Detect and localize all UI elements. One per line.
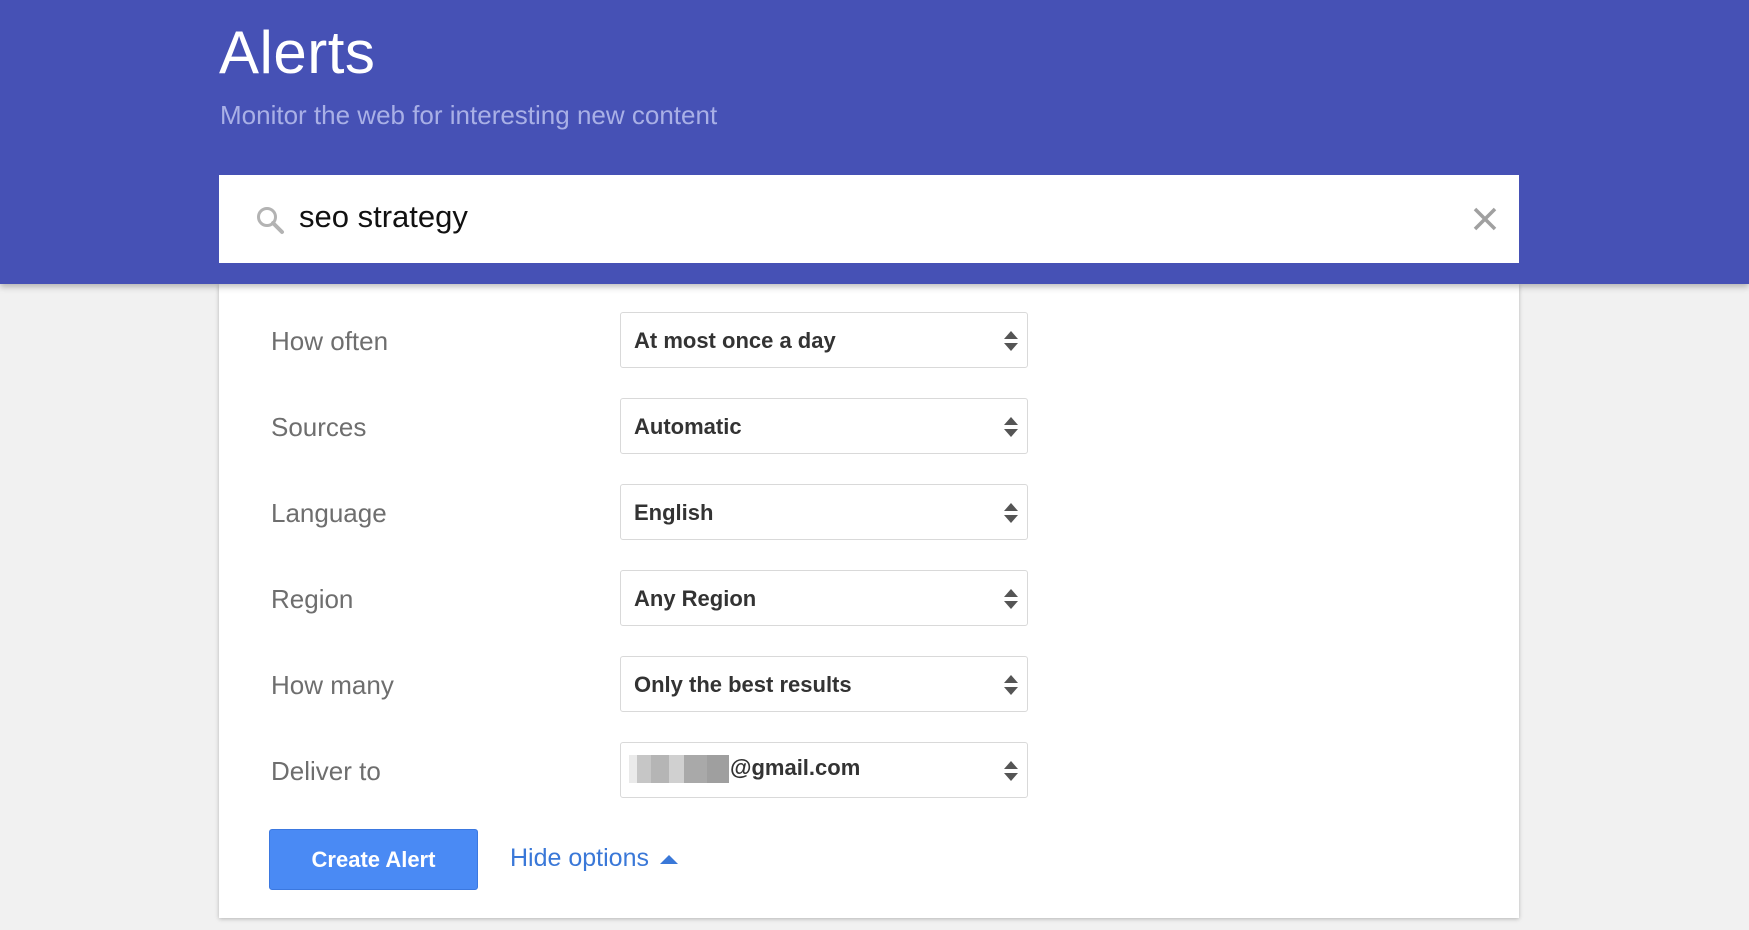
search-icon xyxy=(257,207,284,234)
page-header: Alerts Monitor the web for interesting n… xyxy=(0,0,1749,284)
deliver-to-select[interactable]: @gmail.com xyxy=(620,742,1028,798)
select-arrows-icon xyxy=(1004,331,1018,351)
options-card: How often At most once a day Sources Aut… xyxy=(219,284,1519,918)
hide-options-link[interactable]: Hide options xyxy=(510,844,649,873)
select-value: Automatic xyxy=(634,414,742,439)
option-row-how-many: How many Only the best results xyxy=(219,656,1519,714)
select-arrows-icon xyxy=(1004,761,1018,781)
select-value: Any Region xyxy=(634,586,757,611)
how-often-select[interactable]: At most once a day xyxy=(620,312,1028,368)
option-row-deliver-to: Deliver to @gmail.com xyxy=(219,742,1519,800)
option-label: How many xyxy=(271,670,394,700)
redacted-email-prefix xyxy=(629,755,729,784)
email-domain: @gmail.com xyxy=(730,755,861,780)
option-label: Sources xyxy=(271,412,367,442)
page-title: Alerts xyxy=(219,19,376,86)
option-label: Language xyxy=(271,498,387,528)
sources-select[interactable]: Automatic xyxy=(620,398,1028,454)
select-arrows-icon xyxy=(1004,417,1018,437)
how-many-select[interactable]: Only the best results xyxy=(620,656,1028,712)
option-label: Deliver to xyxy=(271,756,381,786)
option-row-language: Language English xyxy=(219,484,1519,542)
option-label: How often xyxy=(271,326,389,356)
option-row-region: Region Any Region xyxy=(219,570,1519,628)
select-value: @gmail.com xyxy=(629,755,861,784)
page-subtitle: Monitor the web for interesting new cont… xyxy=(220,100,718,130)
select-arrows-icon xyxy=(1004,503,1018,523)
option-row-how-often: How often At most once a day xyxy=(219,312,1519,370)
select-value: Only the best results xyxy=(634,672,852,697)
region-select[interactable]: Any Region xyxy=(620,570,1028,626)
select-arrows-icon xyxy=(1004,589,1018,609)
close-icon[interactable] xyxy=(1469,203,1501,235)
select-value: At most once a day xyxy=(634,328,836,353)
search-box[interactable]: seo strategy xyxy=(219,175,1519,263)
search-input[interactable]: seo strategy xyxy=(299,199,468,235)
select-arrows-icon xyxy=(1004,675,1018,695)
language-select[interactable]: English xyxy=(620,484,1028,540)
option-row-sources: Sources Automatic xyxy=(219,398,1519,456)
select-value: English xyxy=(634,500,714,525)
option-label: Region xyxy=(271,584,354,614)
caret-up-icon[interactable] xyxy=(660,855,678,864)
create-alert-button[interactable]: Create Alert xyxy=(269,829,478,890)
